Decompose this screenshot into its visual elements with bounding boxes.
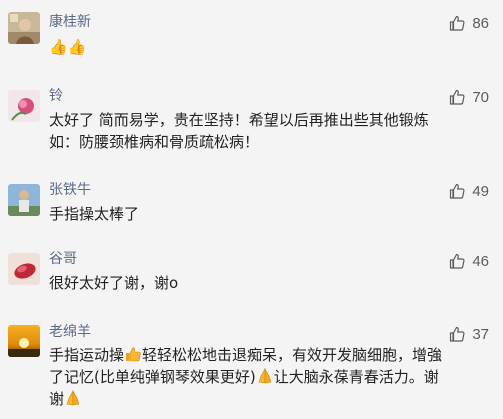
folded-hands-emoji-icon: [258, 367, 272, 384]
like-button[interactable]: 46: [449, 251, 489, 271]
thumbs-up-icon: [450, 15, 465, 31]
avatar-image: [8, 184, 40, 216]
avatar-image: [8, 12, 40, 44]
comment-text: 手指运动操 轻轻松松地击退痴呆，有效开发脑细胞，增強 了记忆(比单纯弹钢琴效果更好…: [49, 344, 489, 410]
comment-segment: 手指运动操: [49, 346, 125, 364]
commenter-name[interactable]: 张铁牛: [49, 182, 91, 198]
thumbs-up-emoji-icon: [126, 347, 141, 362]
comment-item: 谷哥 46 很好太好了谢，谢o: [0, 245, 503, 305]
comment-text: 很好太好了谢，谢o: [49, 272, 489, 294]
commenter-name[interactable]: 铃: [49, 88, 63, 104]
like-count: 37: [472, 325, 489, 343]
comment-segment: 让大脑永葆青春活力。谢: [273, 368, 439, 386]
folded-hands-emoji-icon: [66, 389, 80, 406]
thumbs-up-icon: [450, 183, 465, 199]
like-count: 49: [472, 182, 489, 200]
avatar-image: [8, 325, 40, 357]
like-button[interactable]: 37: [449, 324, 489, 344]
comment-item: 老绵羊 37 手指运动操 轻轻松松地击退痴呆，有效开发脑细胞，增強 了记忆(比单纯…: [0, 318, 503, 419]
like-count: 70: [472, 88, 489, 106]
like-button[interactable]: 70: [449, 87, 489, 107]
commenter-name[interactable]: 老绵羊: [49, 324, 91, 340]
avatar-image: [8, 90, 40, 122]
comment-line: 如：防腰颈椎病和骨质疏松病！: [49, 133, 260, 151]
comment-line: 谢: [49, 388, 489, 410]
comment-segment: 了记忆(比单纯弹钢琴效果更好): [49, 368, 256, 386]
comment-segment: 谢: [49, 390, 65, 408]
comment-list: 康桂新 86 👍👍 铃 70 太好了 简而易学，贵在坚持！希望以后再推出些其他锻…: [0, 0, 503, 419]
commenter-name[interactable]: 康桂新: [49, 14, 91, 30]
comment-text: 👍👍: [49, 36, 489, 58]
comment-item: 铃 70 太好了 简而易学，贵在坚持！希望以后再推出些其他锻炼 如：防腰颈椎病和…: [0, 80, 503, 170]
like-button[interactable]: 49: [449, 181, 489, 201]
comment-text: 手指操太棒了: [49, 203, 489, 225]
comment-line: 了记忆(比单纯弹钢琴效果更好) 让大脑永葆青春活力。谢: [49, 366, 489, 388]
comment-line: 很好太好了谢，谢o: [49, 274, 179, 292]
avatar[interactable]: [8, 325, 40, 357]
thumbs-up-icon: [450, 326, 465, 342]
thumbs-up-icon: [450, 253, 465, 269]
comment-line: 太好了 简而易学，贵在坚持！希望以后再推出些其他锻炼: [49, 111, 429, 129]
avatar[interactable]: [8, 184, 40, 216]
comment-item: 张铁牛 49 手指操太棒了: [0, 175, 503, 235]
thumbs-up-icon: [450, 89, 465, 105]
avatar[interactable]: [8, 12, 40, 44]
comment-item: 康桂新 86 👍👍: [0, 0, 503, 70]
comment-text: 太好了 简而易学，贵在坚持！希望以后再推出些其他锻炼 如：防腰颈椎病和骨质疏松病…: [49, 109, 489, 153]
like-count: 86: [472, 14, 489, 32]
comment-line: 手指运动操 轻轻松松地击退痴呆，有效开发脑细胞，增強: [49, 344, 489, 366]
avatar[interactable]: [8, 253, 40, 285]
comment-segment: 轻轻松松地击退痴呆，有效开发脑细胞，增強: [142, 346, 443, 364]
like-count: 46: [472, 252, 489, 270]
like-button[interactable]: 86: [449, 13, 489, 33]
comment-line: 手指操太棒了: [49, 205, 140, 223]
avatar-image: [8, 253, 40, 285]
comment-line: 👍👍: [49, 38, 87, 56]
avatar[interactable]: [8, 90, 40, 122]
commenter-name[interactable]: 谷哥: [49, 251, 77, 267]
